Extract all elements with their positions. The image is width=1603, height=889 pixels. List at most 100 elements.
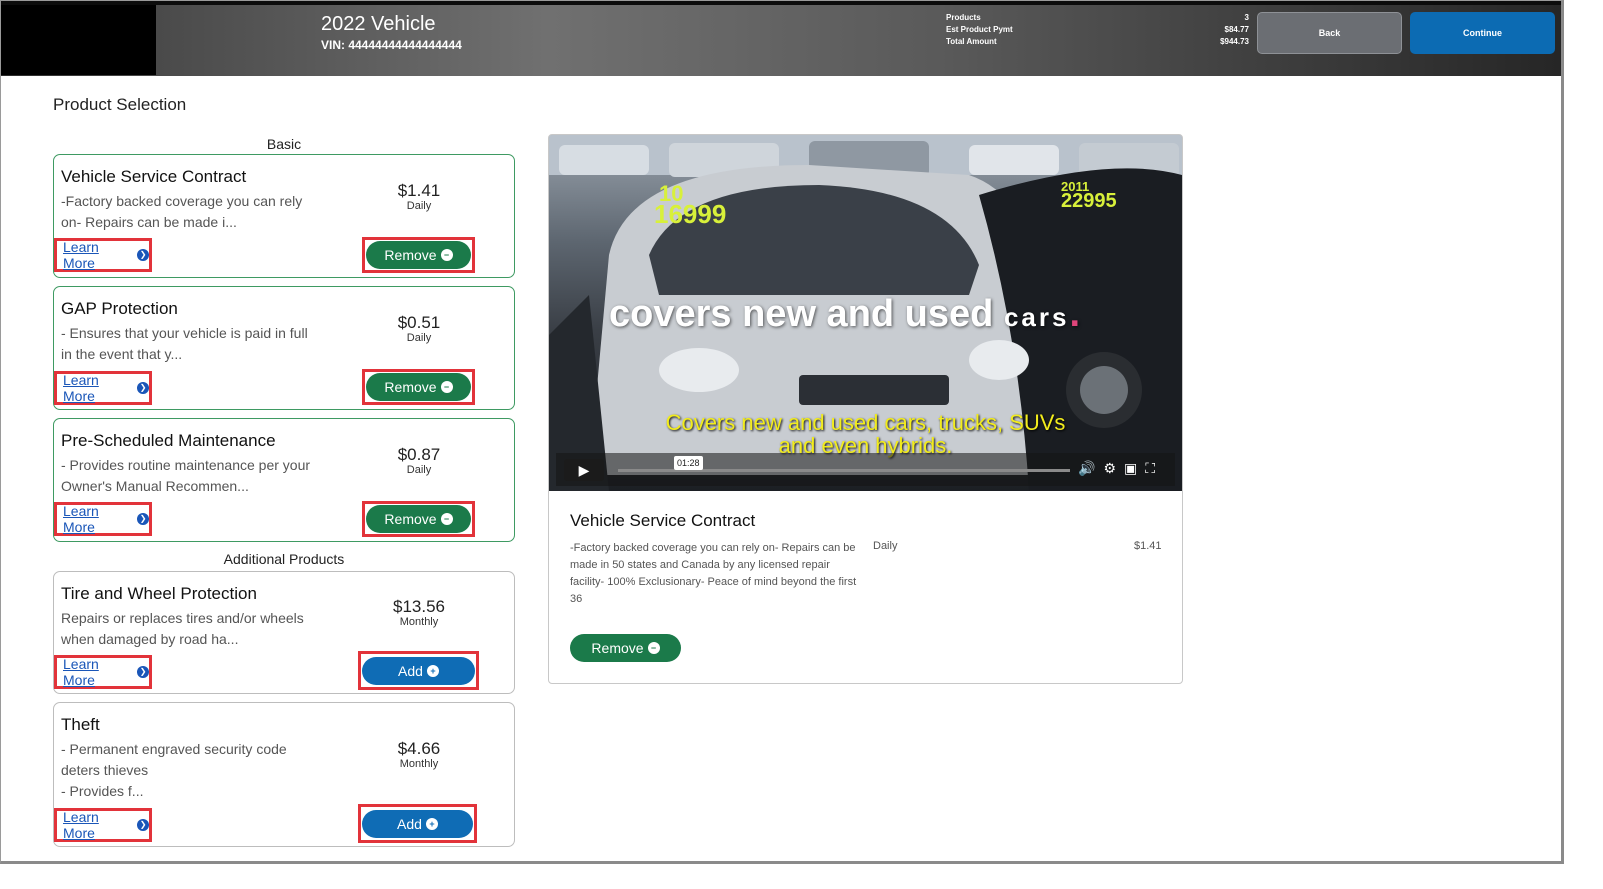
minus-circle-icon: − — [647, 642, 660, 654]
product-description: Repairs or replaces tires and/or wheels … — [61, 608, 321, 650]
back-button[interactable]: Back — [1257, 12, 1402, 54]
group-label-additional: Additional Products — [223, 551, 345, 567]
product-card-tire-and-wheel[interactable]: Tire and Wheel Protection Repairs or rep… — [53, 571, 515, 694]
product-desc-line: - Provides routine maintenance per your — [61, 457, 311, 473]
fullscreen-icon[interactable]: ⛶ — [1145, 460, 1163, 476]
minus-circle-icon: − — [440, 381, 453, 393]
video-controls: ▶ 01:28 🔊⚙▣⛶ — [556, 453, 1175, 486]
page-title: Product Selection — [53, 95, 187, 114]
gear-icon[interactable]: ⚙ — [1103, 460, 1124, 476]
vehicle-title: 2022 Vehicle — [321, 13, 436, 35]
add-button[interactable]: Add + — [362, 809, 473, 838]
video-caption-line: Covers new and used cars, trucks, SUVs — [665, 410, 1066, 435]
product-desc-line: when damaged by road ha... — [61, 631, 239, 647]
detail-remove-button[interactable]: Remove − — [570, 634, 681, 662]
product-card-theft[interactable]: Theft - Permanent engraved security code… — [53, 702, 515, 847]
product-price: $4.66 — [397, 739, 441, 758]
video-headline: covers new and used cars. — [609, 293, 1080, 336]
app-window: 2022 Vehicle VIN: 44444444444444444 Prod… — [0, 0, 1564, 864]
group-label-basic: Basic — [266, 136, 302, 152]
video-headline-small: cars — [1003, 302, 1070, 332]
summary-value-products: 3 — [1244, 13, 1249, 22]
minus-circle-icon: − — [440, 249, 453, 261]
learn-more-link[interactable]: Learn More ❯ — [54, 655, 152, 689]
product-price-block: $13.56 Monthly — [374, 597, 464, 629]
learn-more-link[interactable]: Learn More ❯ — [54, 502, 152, 536]
detail-description: -Factory backed coverage you can rely on… — [570, 542, 857, 605]
add-label: Add — [398, 662, 423, 679]
product-desc-line: on- Repairs can be made i... — [61, 214, 237, 230]
price-tag-right-2: 22995 — [1061, 190, 1117, 212]
remove-button[interactable]: Remove − — [366, 505, 471, 533]
chevron-right-icon: ❯ — [137, 382, 149, 394]
product-name: Pre-Scheduled Maintenance — [61, 431, 276, 450]
minus-circle-icon: − — [440, 513, 453, 525]
action-highlight: Remove − — [362, 501, 475, 537]
chevron-right-icon: ❯ — [137, 819, 149, 831]
product-price: $1.41 — [397, 181, 441, 200]
summary-labels: Products Est Product Pymt Total Amount — [946, 12, 1013, 48]
dealer-logo — [1, 5, 156, 75]
summary-value-est-pymt: $84.77 — [1224, 25, 1249, 34]
product-card-vehicle-service-contract[interactable]: Vehicle Service Contract -Factory backed… — [53, 154, 515, 278]
learn-more-label: Learn More — [63, 372, 99, 404]
top-header: 2022 Vehicle VIN: 44444444444444444 Prod… — [1, 1, 1561, 76]
summary-values: 3 $84.77 $944.73 — [1196, 12, 1249, 48]
video-control-icons: 🔊⚙▣⛶ — [1078, 460, 1163, 477]
product-name: Tire and Wheel Protection — [61, 584, 257, 603]
product-period: Daily — [406, 332, 432, 344]
product-price-block: $0.87 Daily — [374, 445, 464, 477]
product-card-gap-protection[interactable]: GAP Protection - Ensures that your vehic… — [53, 286, 515, 410]
action-highlight: Remove − — [362, 369, 475, 405]
detail-period: Daily — [873, 540, 898, 552]
learn-more-link[interactable]: Learn More ❯ — [54, 371, 152, 405]
product-card-pre-scheduled-maintenance[interactable]: Pre-Scheduled Maintenance - Provides rou… — [53, 418, 515, 542]
add-label: Add — [397, 815, 422, 832]
remove-button[interactable]: Remove − — [366, 241, 471, 269]
add-button[interactable]: Add + — [362, 656, 475, 685]
product-name: Theft — [61, 715, 100, 734]
product-name: GAP Protection — [61, 299, 178, 318]
product-description: - Ensures that your vehicle is paid in f… — [61, 323, 321, 365]
product-video[interactable]: 10 16999 2011 22995 covers new and used … — [549, 135, 1182, 491]
video-caption: Covers new and used cars, trucks, SUVs a… — [549, 411, 1182, 457]
learn-more-label: Learn More — [63, 503, 99, 535]
action-highlight: Add + — [358, 651, 479, 690]
chevron-right-icon: ❯ — [137, 666, 149, 678]
product-name: Vehicle Service Contract — [61, 167, 247, 186]
price-tag-left-2: 16999 — [654, 199, 726, 229]
remove-button[interactable]: Remove − — [366, 373, 471, 401]
product-desc-line: deters thieves — [61, 762, 149, 778]
product-detail-panel: 10 16999 2011 22995 covers new and used … — [548, 134, 1183, 684]
product-price-block: $0.51 Daily — [374, 314, 464, 345]
product-desc-line: in the event that y... — [61, 346, 183, 362]
video-progress-track[interactable]: 01:28 — [618, 456, 1070, 472]
video-headline-dot: . — [1069, 293, 1080, 335]
action-highlight: Add + — [358, 804, 477, 843]
product-period: Daily — [406, 200, 432, 212]
volume-icon[interactable]: 🔊 — [1078, 460, 1103, 476]
product-desc-line: Owner's Manual Recommen... — [61, 478, 249, 494]
video-headline-big: covers new and used — [609, 293, 994, 335]
summary-value-total: $944.73 — [1220, 37, 1249, 46]
learn-more-label: Learn More — [63, 656, 99, 688]
product-price: $13.56 — [393, 597, 445, 616]
summary-label-products: Products — [946, 13, 981, 22]
continue-button[interactable]: Continue — [1410, 12, 1555, 54]
product-price: $0.87 — [397, 445, 441, 464]
product-desc-line: - Ensures that your vehicle is paid in f… — [61, 325, 308, 341]
pip-icon[interactable]: ▣ — [1124, 460, 1145, 476]
product-period: Monthly — [399, 616, 439, 628]
learn-more-label: Learn More — [63, 809, 99, 841]
summary-label-est-pymt: Est Product Pymt — [946, 25, 1013, 34]
play-icon[interactable]: ▶ — [564, 459, 604, 481]
product-desc-line: -Factory backed coverage you can rely — [61, 193, 303, 209]
learn-more-link[interactable]: Learn More ❯ — [54, 808, 152, 842]
learn-more-link[interactable]: Learn More ❯ — [54, 238, 152, 272]
product-desc-line: - Provides f... — [61, 783, 144, 799]
chevron-right-icon: ❯ — [137, 513, 149, 525]
product-description: -Factory backed coverage you can rely on… — [61, 191, 321, 233]
detail-price: $1.41 — [1134, 540, 1162, 552]
detail-product-name: Vehicle Service Contract — [570, 511, 756, 530]
remove-label: Remove — [384, 511, 437, 527]
